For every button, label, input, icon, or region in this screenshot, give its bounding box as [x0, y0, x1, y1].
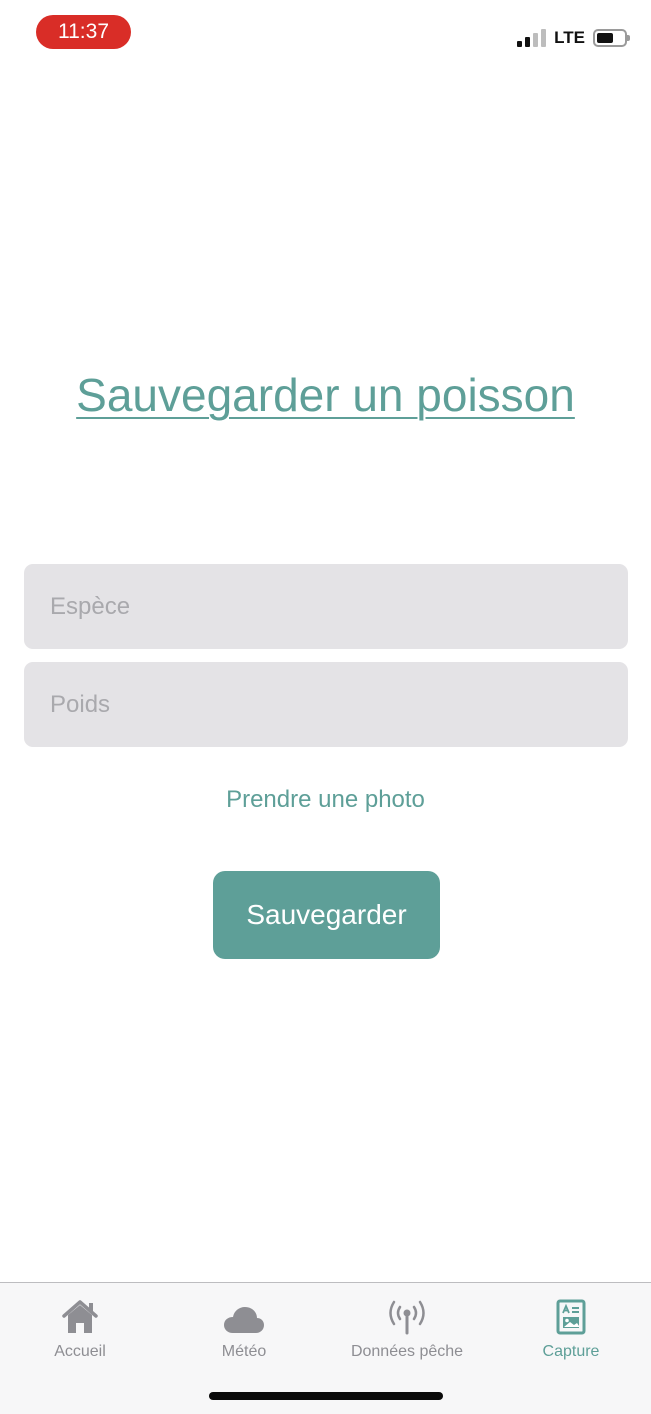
- tab-label: Accueil: [54, 1343, 106, 1360]
- battery-level: [597, 33, 613, 43]
- tab-label: Données pêche: [350, 1343, 464, 1360]
- take-photo-link[interactable]: Prendre une photo: [0, 786, 651, 814]
- status-indicators: LTE: [517, 26, 630, 50]
- weight-input[interactable]: [24, 662, 628, 747]
- status-time: 11:37: [36, 15, 131, 49]
- home-indicator[interactable]: [209, 1392, 443, 1400]
- page-title: Sauvegarder un poisson: [76, 369, 575, 421]
- tab-capture[interactable]: Capture: [491, 1297, 651, 1361]
- tab-label: Météo: [221, 1343, 267, 1360]
- battery-icon: [593, 29, 630, 47]
- antenna-icon: [389, 1300, 425, 1335]
- save-button[interactable]: Sauvegarder: [213, 871, 440, 959]
- species-input[interactable]: [24, 564, 628, 649]
- id-card-icon: [556, 1299, 586, 1335]
- network-type: LTE: [554, 28, 585, 47]
- tab-label: Capture: [542, 1343, 600, 1360]
- tab-fishing-data[interactable]: Données pêche: [327, 1297, 487, 1361]
- cloud-icon: [224, 1307, 264, 1333]
- signal-icon: [517, 29, 547, 47]
- status-bar: 11:37 LTE: [0, 0, 651, 70]
- tab-weather[interactable]: Météo: [164, 1297, 324, 1361]
- tab-home[interactable]: Accueil: [0, 1297, 160, 1361]
- house-icon: [62, 1300, 98, 1333]
